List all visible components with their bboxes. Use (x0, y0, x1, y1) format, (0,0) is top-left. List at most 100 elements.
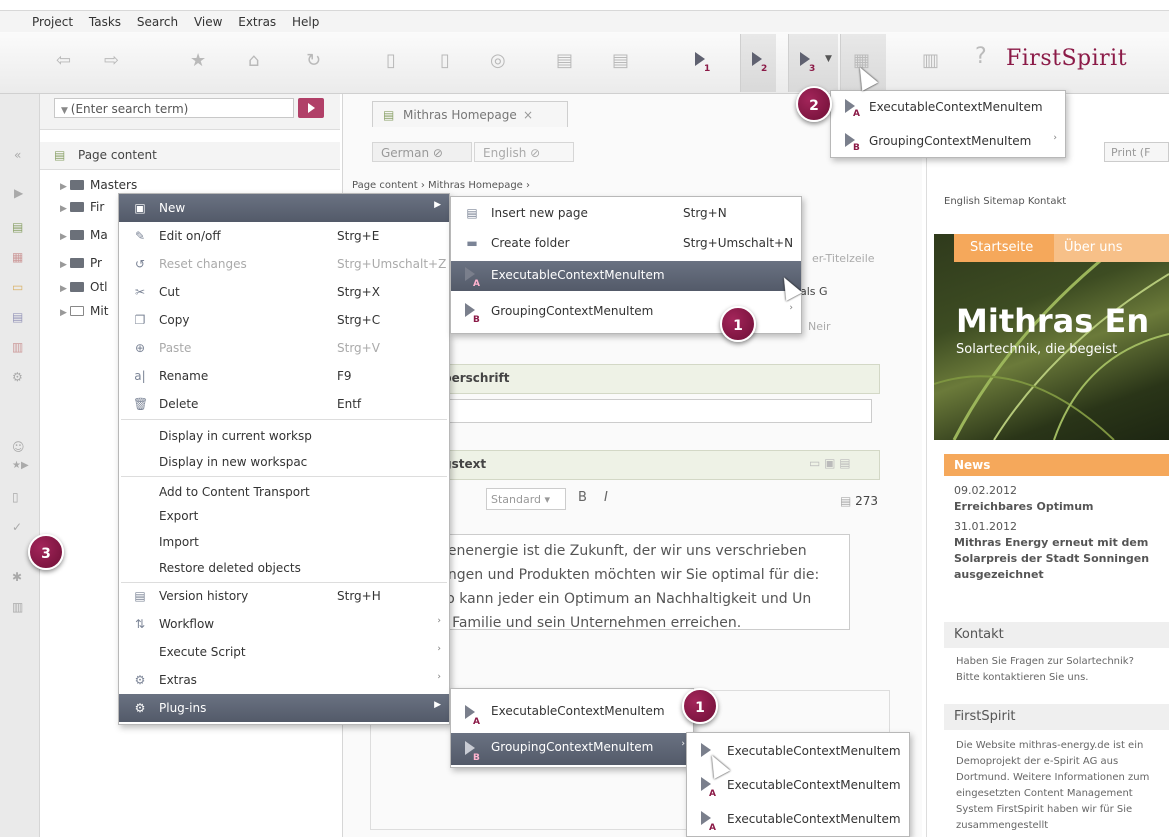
kontakt-link[interactable]: Bitte kontaktieren Sie uns. (956, 672, 1088, 683)
news-title[interactable]: ausgezeichnet (954, 568, 1044, 581)
menu-item-delete[interactable]: 🗑 Delete Entf (119, 390, 449, 418)
document-icon[interactable]: ▯ (440, 50, 450, 71)
news-title[interactable]: Mithras Energy erneut mit dem (954, 536, 1148, 549)
export-icon[interactable]: ▤ (612, 50, 629, 71)
menu-tasks[interactable]: Tasks (89, 11, 121, 29)
edit-icon: ✎ (134, 229, 146, 243)
search-input[interactable]: ▼ (Enter search term) (54, 98, 294, 118)
page-content-icon: ▤ (54, 148, 66, 162)
tree-item[interactable]: ▶ Mit (60, 304, 108, 326)
breadcrumb[interactable]: Page content › Mithras Homepage › (352, 180, 530, 191)
datasource-icon[interactable]: ▤ (12, 310, 23, 324)
menu-extras[interactable]: Extras (238, 11, 276, 29)
firstspirit-link[interactable]: zusammengestellt (956, 820, 1048, 831)
play-icon[interactable]: ▶ (14, 186, 23, 200)
back-icon[interactable]: ⇦ (56, 50, 71, 71)
forward-icon[interactable]: ⇨ (104, 50, 119, 71)
exec-plugin-1-button[interactable]: 1 (684, 34, 720, 92)
expand-icon[interactable]: ▶ (60, 232, 70, 242)
menu-item-grouping[interactable]: B GroupingContextMenuItem › (831, 127, 1065, 155)
reports-icon[interactable]: ▥ (12, 600, 23, 614)
expand-icon[interactable]: ▶ (60, 284, 70, 294)
tab-german[interactable]: German ⊘ (372, 142, 472, 162)
menu-item-executable[interactable]: A ExecutableContextMenuItem (687, 805, 909, 835)
subtitle-tab[interactable]: er-Titelzeile (812, 252, 875, 265)
exec-plugin-3-button[interactable]: 3 ▼ (788, 34, 838, 92)
menu-item-version-history[interactable]: ▤ Version history Strg+H (119, 582, 449, 610)
menu-label: Plug-ins (159, 701, 207, 715)
check-icon[interactable]: ✓ (12, 520, 22, 534)
menu-view[interactable]: View (194, 11, 222, 29)
tab-ueber-uns[interactable]: Über uns (1054, 234, 1169, 262)
tree-item[interactable]: ▶ Fir (60, 200, 104, 222)
richtext-editor[interactable]: nenenergie ist die Zukunft, der wir uns … (430, 534, 850, 630)
menu-item-execute-script[interactable]: Execute Script › (119, 638, 449, 666)
menu-search[interactable]: Search (137, 11, 178, 29)
menu-item-executable[interactable]: A ExecutableContextMenuItem (451, 261, 801, 291)
menu-project[interactable]: Project (32, 11, 73, 29)
tree-item[interactable]: ▶ Ma (60, 228, 108, 250)
tools-icon[interactable]: ✱ (12, 570, 22, 584)
import-icon[interactable]: ▤ (556, 50, 573, 71)
italic-button[interactable]: I (604, 490, 608, 505)
menu-item-plugins[interactable]: ⚙ Plug-ins ▶ (119, 694, 449, 722)
news-title[interactable]: Solarpreis der Stadt Sonningen (954, 552, 1149, 565)
tab-startseite[interactable]: Startseite (954, 234, 1054, 262)
menu-item-rename[interactable]: a| Rename F9 (119, 362, 449, 390)
menu-item-executable[interactable]: A ExecutableContextMenuItem (451, 697, 693, 729)
favorite-star-icon[interactable]: ★ (190, 50, 206, 71)
archive-icon[interactable]: ▯ (12, 490, 19, 504)
expand-icon[interactable]: ▶ (60, 308, 70, 318)
exec-plugin-2-button[interactable]: 2 (740, 34, 776, 92)
expand-icon[interactable]: ▶ (60, 260, 70, 270)
menu-item-restore[interactable]: Restore deleted objects (119, 554, 449, 582)
bookmarks-icon[interactable]: ★▶ (12, 460, 29, 471)
style-select[interactable]: Standard ▾ (486, 488, 566, 510)
tab-english[interactable]: English ⊘ (474, 142, 574, 162)
close-icon[interactable]: × (523, 108, 533, 122)
collapse-icon[interactable]: « (14, 148, 21, 162)
menu-item-grouping[interactable]: B GroupingContextMenuItem › (451, 733, 693, 765)
menu-item-insert-page[interactable]: ▤ Insert new page Strg+N (451, 199, 801, 227)
media-icon[interactable]: ▭ (12, 280, 23, 294)
plugin-letter: B (473, 753, 480, 763)
menu-item-extras[interactable]: ⚙ Extras › (119, 666, 449, 694)
expand-icon[interactable]: ▶ (60, 204, 70, 214)
menu-item-workflow[interactable]: ⇅ Workflow › (119, 610, 449, 638)
home-icon[interactable]: ⌂ (248, 50, 259, 71)
menu-item-display-new[interactable]: Display in new workspac (119, 448, 449, 476)
preview-nav[interactable]: English Sitemap Kontakt (944, 196, 1066, 207)
menu-item-executable[interactable]: A ExecutableContextMenuItem (831, 93, 1065, 121)
tree-item[interactable]: ▶ Otl (60, 280, 107, 302)
menu-item-create-folder[interactable]: ▬ Create folder Strg+Umschalt+N (451, 229, 801, 257)
users-icon[interactable]: ☺ (12, 440, 25, 454)
preview-icon[interactable]: ◎ (490, 50, 506, 71)
new-page-icon[interactable]: ▯ (386, 50, 396, 71)
menu-item-display-current[interactable]: Display in current worksp (119, 422, 449, 450)
menu-item-copy[interactable]: ❐ Copy Strg+C (119, 306, 449, 334)
template-icon[interactable]: ▥ (12, 340, 23, 354)
news-title[interactable]: Erreichbares Optimum (954, 500, 1094, 513)
page-content-icon[interactable]: ▤ (12, 220, 23, 234)
expand-icon[interactable]: ▶ (60, 182, 70, 192)
section-tools-icon[interactable]: ▭ ▣ ▤ (809, 456, 851, 470)
clipboard-icon[interactable]: ▥ (922, 50, 939, 71)
refresh-icon[interactable]: ↻ (306, 50, 321, 71)
print-button[interactable]: Print (F (1104, 142, 1169, 162)
tree-item[interactable]: ▶ Pr (60, 256, 102, 278)
ueberschrift-input[interactable] (430, 399, 872, 423)
search-go-button[interactable] (298, 98, 324, 118)
menu-item-cut[interactable]: ✂ Cut Strg+X (119, 278, 449, 306)
menu-help[interactable]: Help (292, 11, 319, 29)
bold-button[interactable]: B (578, 490, 587, 505)
menu-item-new[interactable]: ▣ New ▶ (119, 194, 449, 222)
menu-item-edit[interactable]: ✎ Edit on/off Strg+E (119, 222, 449, 250)
help-icon[interactable]: ? (975, 44, 987, 69)
plugin-letter: A (473, 279, 480, 289)
structure-icon[interactable]: ▦ (12, 250, 23, 264)
menu-item-export[interactable]: Export (119, 502, 449, 530)
tab-mithras-homepage[interactable]: ▤ Mithras Homepage × (372, 101, 568, 127)
count-icon: ▤ (840, 494, 856, 508)
global-settings-icon[interactable]: ⚙ (12, 370, 23, 384)
menu-item-import[interactable]: Import (119, 528, 449, 556)
